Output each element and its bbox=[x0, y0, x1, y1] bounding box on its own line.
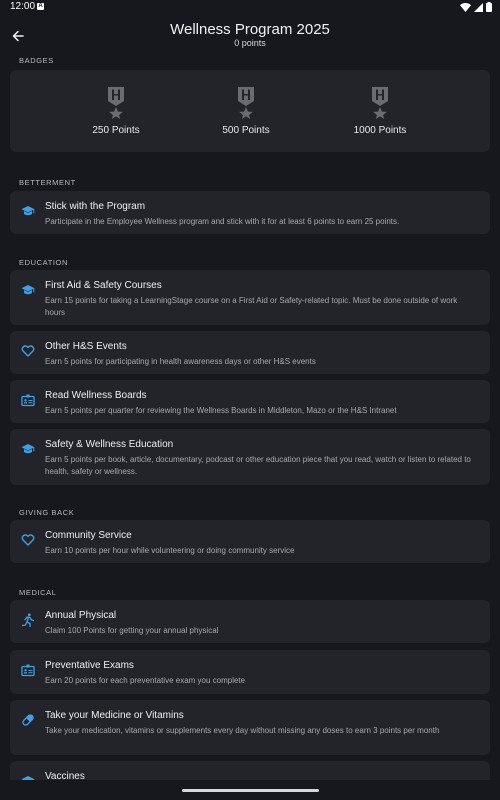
badge-label: 250 Points bbox=[92, 125, 140, 136]
heart-icon bbox=[21, 534, 35, 546]
activity-title: Other H&S Events bbox=[45, 341, 127, 352]
activity-read-wellness-boards[interactable]: Read Wellness Boards Earn 5 points per q… bbox=[10, 380, 490, 423]
medal-icon bbox=[108, 87, 124, 119]
activity-community-service[interactable]: Community Service Earn 10 points per hou… bbox=[10, 520, 490, 563]
activity-description: Earn 20 points for each preventative exa… bbox=[45, 676, 246, 685]
section-label-medical: MEDICAL bbox=[19, 588, 57, 597]
graduation-cap-icon bbox=[21, 285, 35, 295]
notification-icon: A bbox=[37, 3, 44, 10]
battery-icon bbox=[486, 2, 492, 12]
badges-card: 250 Points 500 Points 1000 Points bbox=[10, 70, 490, 152]
activity-title: Take your Medicine or Vitamins bbox=[45, 710, 184, 721]
status-icons bbox=[460, 2, 492, 12]
id-card-icon bbox=[21, 394, 35, 407]
signal-icon bbox=[474, 2, 483, 12]
activity-preventative-exams[interactable]: Preventative Exams Earn 20 points for ea… bbox=[10, 650, 490, 694]
pill-icon bbox=[22, 714, 34, 726]
badge-label: 500 Points bbox=[222, 125, 270, 136]
badge-500[interactable]: 500 Points bbox=[196, 70, 296, 152]
badge-250[interactable]: 250 Points bbox=[66, 70, 166, 152]
graduation-cap-icon bbox=[21, 444, 35, 454]
status-bar: 12:00 A bbox=[0, 0, 500, 14]
badge-label: 1000 Points bbox=[353, 125, 407, 136]
graduation-cap-icon bbox=[21, 206, 35, 216]
points-total: 0 points bbox=[234, 38, 266, 48]
app-header: Wellness Program 2025 0 points bbox=[0, 14, 500, 54]
activity-description: Claim 100 Points for getting your annual… bbox=[45, 626, 219, 635]
page-title: Wellness Program 2025 bbox=[170, 21, 330, 38]
activity-description: Earn 5 points per quarter for reviewing … bbox=[45, 406, 397, 415]
running-person-icon bbox=[21, 613, 35, 627]
activity-title: Safety & Wellness Education bbox=[45, 439, 174, 450]
activity-first-aid-safety-courses[interactable]: First Aid & Safety Courses Earn 15 point… bbox=[10, 270, 490, 325]
section-label-giving-back: GIVING BACK bbox=[19, 508, 75, 517]
activity-description: Earn 10 points per hour while volunteeri… bbox=[45, 546, 295, 555]
activity-description: Earn 15 points for taking a LearningStag… bbox=[45, 296, 458, 317]
gesture-handle[interactable] bbox=[182, 789, 319, 792]
activity-take-medicine-vitamins[interactable]: Take your Medicine or Vitamins Take your… bbox=[10, 700, 490, 755]
activity-title: Read Wellness Boards bbox=[45, 390, 147, 401]
badge-1000[interactable]: 1000 Points bbox=[330, 70, 430, 152]
section-label-education: EDUCATION bbox=[19, 258, 69, 267]
status-time: 12:00 bbox=[10, 1, 36, 12]
activity-description: Take your medication, vitamins or supple… bbox=[45, 726, 440, 735]
activity-description: Participate in the Employee Wellness pro… bbox=[45, 217, 400, 226]
section-label-badges: BADGES bbox=[19, 56, 54, 65]
activity-safety-wellness-education[interactable]: Safety & Wellness Education Earn 5 point… bbox=[10, 429, 490, 485]
activity-title: First Aid & Safety Courses bbox=[45, 280, 162, 291]
activity-annual-physical[interactable]: Annual Physical Claim 100 Points for get… bbox=[10, 600, 490, 643]
activity-title: Preventative Exams bbox=[45, 660, 134, 671]
activity-title: Community Service bbox=[45, 530, 132, 541]
activity-description: Earn 5 points per book, article, documen… bbox=[45, 455, 471, 476]
activity-other-hs-events[interactable]: Other H&S Events Earn 5 points for parti… bbox=[10, 331, 490, 374]
activity-title: Annual Physical bbox=[45, 610, 117, 621]
activity-description: Earn 5 points for participating in healt… bbox=[45, 357, 316, 366]
section-label-betterment: BETTERMENT bbox=[19, 178, 76, 187]
heart-icon bbox=[21, 345, 35, 357]
activity-stick-with-program[interactable]: Stick with the Program Participate in th… bbox=[10, 191, 490, 234]
wifi-icon bbox=[460, 2, 471, 12]
medal-icon bbox=[238, 87, 254, 119]
activity-title: Stick with the Program bbox=[45, 201, 146, 212]
medal-icon bbox=[372, 87, 388, 119]
id-card-icon bbox=[21, 664, 35, 677]
